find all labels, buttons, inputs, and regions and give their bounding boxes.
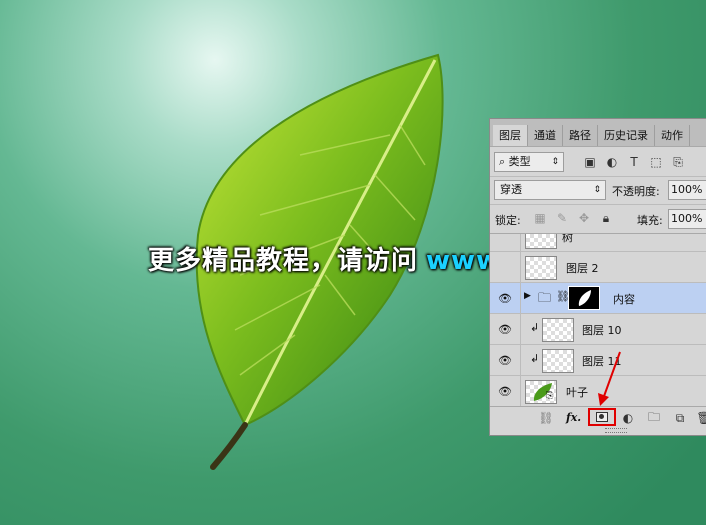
blend-mode-select[interactable]: 穿透 ⇕ bbox=[494, 180, 606, 200]
opacity-value: 100% bbox=[671, 183, 703, 196]
tab-channels[interactable]: 通道 bbox=[528, 125, 563, 146]
tab-history[interactable]: 历史记录 bbox=[598, 125, 655, 146]
layer-thumbnail bbox=[525, 234, 557, 249]
eye-icon[interactable]: 👁︎ bbox=[490, 283, 521, 313]
smart-object-filter-icon[interactable]: ⎘ bbox=[670, 154, 686, 170]
tab-actions[interactable]: 动作 bbox=[655, 125, 690, 146]
type-filter-icon[interactable]: T bbox=[626, 154, 642, 170]
clip-arrow-icon: ↲ bbox=[530, 321, 540, 334]
layers-panel: 图层 通道 路径 历史记录 动作 ⌕ 类型 ⇕ ▣ ◐ T ⬚ ⎘ 穿透 ⇕ 不… bbox=[489, 118, 706, 436]
lock-row: 锁定: ▦ ✎ ✥ 🔒︎ 填充: 100% bbox=[490, 204, 706, 231]
layer-thumbnail bbox=[525, 256, 557, 280]
mask-thumbnail[interactable] bbox=[568, 286, 600, 310]
layer-name: 内容 bbox=[613, 293, 635, 306]
fx-button[interactable]: fx. bbox=[566, 411, 581, 424]
layer-name: 图层 11 bbox=[582, 355, 622, 368]
leaf-mask-shape bbox=[578, 290, 591, 306]
layer-name: 树 bbox=[562, 233, 573, 244]
filter-kind-select[interactable]: ⌕ 类型 ⇕ bbox=[494, 152, 564, 172]
panel-bottom-bar: ⛓︎ fx. ◐ 🗀︎ ⧉ 🗑︎ bbox=[490, 406, 706, 429]
filter-row: ⌕ 类型 ⇕ ▣ ◐ T ⬚ ⎘ bbox=[490, 150, 706, 172]
eye-icon[interactable]: 👁︎ bbox=[490, 314, 521, 344]
panel-tabs: 图层 通道 路径 历史记录 动作 bbox=[490, 119, 706, 147]
tab-paths[interactable]: 路径 bbox=[563, 125, 598, 146]
blend-mode-value: 穿透 bbox=[500, 183, 522, 196]
layer-row[interactable]: 👁︎ ⎘ 叶子 bbox=[490, 376, 706, 406]
layer-row[interactable]: 图层 2 bbox=[490, 252, 706, 283]
lock-all-icon[interactable]: 🔒︎ bbox=[598, 210, 614, 226]
fill-input[interactable]: 100% bbox=[668, 209, 706, 229]
adjustment-layer-icon[interactable]: ◐ bbox=[620, 410, 636, 426]
add-mask-button[interactable] bbox=[588, 408, 616, 426]
fill-label: 填充: bbox=[637, 214, 663, 227]
layer-thumbnail bbox=[542, 318, 574, 342]
opacity-label: 不透明度: bbox=[612, 185, 660, 198]
mask-icon bbox=[596, 412, 608, 422]
lock-move-icon[interactable]: ✥ bbox=[576, 210, 592, 226]
visibility-toggle[interactable] bbox=[490, 234, 521, 251]
watermark-text: 更多精品教程，请访问 bbox=[148, 246, 419, 276]
layer-row[interactable]: 👁︎ ↲ 图层 10 bbox=[490, 314, 706, 345]
visibility-toggle[interactable] bbox=[490, 252, 521, 282]
eye-icon[interactable]: 👁︎ bbox=[490, 376, 521, 406]
resize-grip[interactable] bbox=[605, 428, 627, 433]
fill-value: 100% bbox=[671, 212, 703, 225]
lock-transparent-icon[interactable]: ▦ bbox=[532, 210, 548, 226]
layer-name: 叶子 bbox=[566, 386, 588, 399]
filter-kind-value: 类型 bbox=[508, 155, 531, 168]
new-layer-icon[interactable]: ⧉ bbox=[672, 410, 688, 426]
expand-triangle-icon[interactable]: ▶ bbox=[524, 291, 531, 301]
tab-layers[interactable]: 图层 bbox=[493, 125, 528, 146]
spinner-icon: ⇕ bbox=[593, 185, 601, 195]
folder-icon: 🗀︎ bbox=[538, 291, 552, 306]
link-layers-icon[interactable]: ⛓︎ bbox=[538, 410, 554, 426]
smart-object-icon: ⎘ bbox=[546, 391, 554, 401]
layer-row[interactable]: 👁︎ ↲ 图层 11 bbox=[490, 345, 706, 376]
lock-label: 锁定: bbox=[495, 214, 521, 227]
new-group-icon[interactable]: 🗀︎ bbox=[646, 410, 662, 426]
blend-row: 穿透 ⇕ 不透明度: 100% bbox=[490, 176, 706, 201]
search-icon: ⌕ bbox=[499, 155, 506, 168]
spinner-icon: ⇕ bbox=[551, 157, 559, 167]
layer-row[interactable]: 树 bbox=[490, 233, 706, 252]
lock-paint-icon[interactable]: ✎ bbox=[554, 210, 570, 226]
layer-row-selected[interactable]: 👁︎ ▶ 🗀︎ ⛓︎ 内容 bbox=[490, 283, 706, 314]
layer-name: 图层 10 bbox=[582, 324, 622, 337]
eye-icon[interactable]: 👁︎ bbox=[490, 345, 521, 375]
trash-icon[interactable]: 🗑︎ bbox=[696, 410, 706, 426]
adjustment-filter-icon[interactable]: ◐ bbox=[604, 154, 620, 170]
layers-list: 树 图层 2 👁︎ ▶ 🗀︎ ⛓︎ 内容 👁︎ ↲ 图层 10 👁︎ ↲ 图层 … bbox=[490, 233, 706, 406]
layer-name: 图层 2 bbox=[566, 262, 599, 275]
layer-thumbnail bbox=[542, 349, 574, 373]
shape-filter-icon[interactable]: ⬚ bbox=[648, 154, 664, 170]
image-filter-icon[interactable]: ▣ bbox=[582, 154, 598, 170]
opacity-input[interactable]: 100% bbox=[668, 180, 706, 200]
clip-arrow-icon: ↲ bbox=[530, 352, 540, 365]
